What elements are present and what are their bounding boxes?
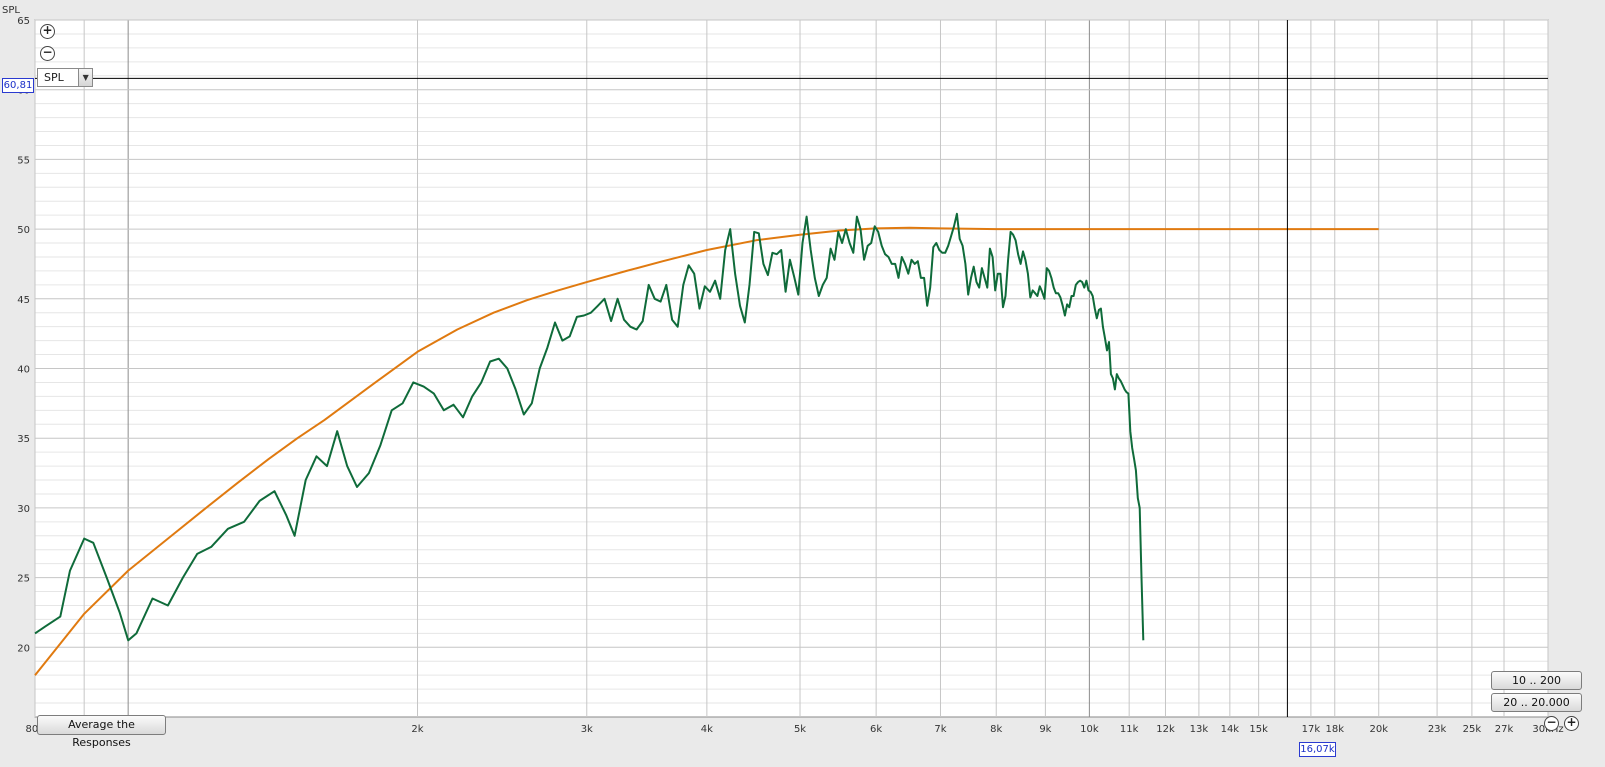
x-tick-label: 20k <box>1369 724 1388 735</box>
x-tick-label: 18k <box>1325 724 1344 735</box>
x-tick-label: 23k <box>1428 724 1447 735</box>
cursor-y-readout: 60,81 <box>2 78 34 93</box>
zoom-in-icon[interactable]: + <box>1564 716 1579 731</box>
zoom-in-icon[interactable]: + <box>40 24 55 39</box>
y-tick-label: 55 <box>17 155 30 166</box>
x-tick-label: 8k <box>990 724 1002 735</box>
y-tick-labels: 20253035404550556065 <box>17 16 30 654</box>
zoom-out-icon[interactable]: − <box>40 46 55 61</box>
x-tick-label: 12k <box>1156 724 1175 735</box>
y-tick-label: 35 <box>17 434 30 445</box>
x-tick-label: 7k <box>934 724 946 735</box>
x-tick-label: 2k <box>411 724 423 735</box>
x-tick-label: 9k <box>1039 724 1051 735</box>
x-tick-label: 14k <box>1221 724 1240 735</box>
y-tick-label: 50 <box>17 225 30 236</box>
x-tick-label: 15k <box>1249 724 1268 735</box>
zoom-out-icon[interactable]: − <box>1544 716 1559 731</box>
y-axis-title: SPL <box>2 5 20 16</box>
x-tick-labels: 8009001k2k3k4k5k6k7k8k9k10k11k12k13k14k1… <box>25 724 1563 735</box>
y-tick-label: 30 <box>17 504 30 515</box>
measurement-select[interactable]: SPL ▼ <box>37 68 93 87</box>
x-tick-label: 25k <box>1463 724 1482 735</box>
y-tick-label: 25 <box>17 574 30 585</box>
range-20-20000-button[interactable]: 20 .. 20.000 <box>1491 693 1582 712</box>
x-tick-label: 17k <box>1302 724 1321 735</box>
average-responses-button[interactable]: Average the Responses <box>37 715 166 749</box>
x-tick-label: 11k <box>1120 724 1139 735</box>
range-10-200-button[interactable]: 10 .. 200 <box>1491 671 1582 690</box>
x-tick-label: 10k <box>1080 724 1099 735</box>
y-tick-label: 65 <box>17 16 30 27</box>
y-tick-label: 45 <box>17 295 30 306</box>
y-tick-label: 40 <box>17 365 30 376</box>
x-tick-label: 6k <box>870 724 882 735</box>
chevron-down-icon[interactable]: ▼ <box>78 69 92 86</box>
y-tick-label: 20 <box>17 643 30 654</box>
x-tick-label: 13k <box>1190 724 1209 735</box>
x-tick-label: 27k <box>1495 724 1514 735</box>
cursor-x-readout: 16,07k <box>1299 742 1336 757</box>
x-tick-label: 4k <box>701 724 713 735</box>
x-tick-label: 3k <box>581 724 593 735</box>
select-value: SPL <box>44 71 64 84</box>
response-chart[interactable]: 8009001k2k3k4k5k6k7k8k9k10k11k12k13k14k1… <box>0 0 1605 767</box>
x-tick-label: 5k <box>794 724 806 735</box>
